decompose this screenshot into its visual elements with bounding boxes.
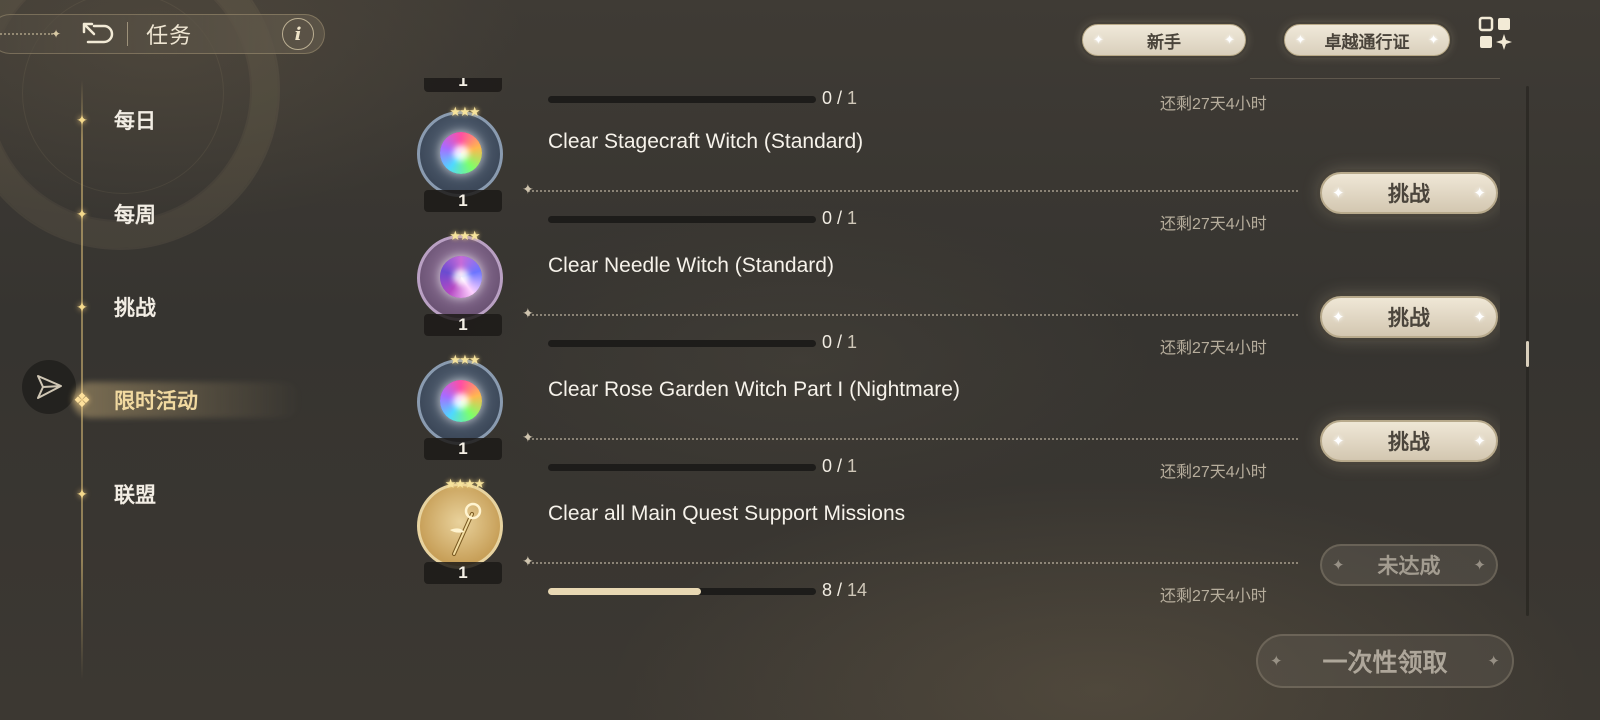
novice-button[interactable]: ✦ 新手 ✦ [1082, 24, 1246, 56]
task-title: Clear all Main Quest Support Missions [548, 502, 906, 525]
novice-button-label: 新手 [1147, 32, 1181, 52]
nav-item-challenge[interactable]: ✦ 挑战 [70, 287, 310, 327]
diamond-icon: ✦ [522, 553, 534, 569]
action-label: 未达成 [1377, 555, 1441, 578]
reward-qty: 1 [424, 190, 502, 212]
challenge-button[interactable]: ✦ 挑战 ✦ [1320, 420, 1498, 462]
info-button[interactable]: i [282, 18, 314, 50]
nav-item-daily[interactable]: ✦ 每日 [70, 100, 310, 140]
nav-item-limited-event[interactable]: ❖ 限时活动 [70, 380, 310, 420]
diamond-icon: ✦ [522, 429, 534, 445]
rarity-stars-icon: ★★★ [449, 352, 481, 367]
sparkle-icon: ✦ [1332, 185, 1345, 202]
nav-item-label: 联盟 [114, 484, 156, 507]
nav-item-alliance[interactable]: ✦ 联盟 [70, 474, 310, 514]
nav-spark-icon: ✦ [76, 205, 88, 222]
sparkle-icon: ✦ [1473, 433, 1486, 450]
share-button[interactable] [22, 360, 76, 414]
reward-badge[interactable]: ★★★ 1 [417, 228, 503, 336]
reward-qty: 1 [424, 438, 502, 460]
pass-button[interactable]: ✦ 卓越通行证 ✦ [1284, 24, 1450, 56]
action-label: 挑战 [1388, 307, 1430, 330]
header-dotted-line [0, 33, 53, 35]
nav-item-label: 每日 [114, 110, 156, 133]
sparkle-icon: ✦ [1487, 653, 1500, 670]
action-label: 挑战 [1388, 183, 1430, 206]
claim-all-button[interactable]: ✦ 一次性领取 ✦ [1256, 634, 1514, 688]
violet-orb-icon [440, 256, 482, 298]
reward-badge[interactable]: ★★★ 1 [417, 352, 503, 460]
reward-badge[interactable]: ★★★ 1 [417, 104, 503, 212]
time-remaining: 还剩27天4小时 [1160, 588, 1267, 605]
nav-item-label: 每周 [114, 204, 156, 227]
sparkle-icon: ✦ [1224, 32, 1235, 47]
task-title: Clear Rose Garden Witch Part I (Nightmar… [548, 378, 960, 401]
task-row: ★★★ 1 Clear Rose Garden Witch Part I (Ni… [400, 342, 1500, 481]
task-title: Clear Needle Witch (Standard) [548, 254, 834, 277]
sparkle-icon: ✦ [1428, 32, 1439, 47]
nav-spark-icon: ✦ [76, 298, 88, 315]
nav-spark-icon: ✦ [76, 485, 88, 502]
scrollbar-thumb[interactable] [1526, 341, 1529, 367]
task-list[interactable]: 1 0 / 1 还剩27天4小时 ★★★ 1 Clear Stagecraft … [400, 78, 1500, 618]
page-title: 任务 [146, 23, 193, 48]
not-achieved-button[interactable]: ✦ 未达成 ✦ [1320, 544, 1498, 586]
nav-item-label: 挑战 [114, 297, 156, 320]
task-row: 1 0 / 1 还剩27天4小时 [400, 78, 1500, 113]
nav-spark-icon: ✦ [76, 111, 88, 128]
header-star-icon: ✦ [51, 27, 62, 41]
sparkle-icon: ✦ [1093, 32, 1104, 47]
sparkle-icon: ✦ [1332, 309, 1345, 326]
challenge-button[interactable]: ✦ 挑战 ✦ [1320, 296, 1498, 338]
task-row: ★★★★ 1 Clear all Main Quest Support Miss… [400, 466, 1500, 605]
progress-current: 8 [822, 580, 833, 600]
reward-qty: 1 [424, 562, 502, 584]
nav-item-label: 限时活动 [114, 390, 198, 413]
rainbow-orb-icon [440, 132, 482, 174]
action-label: 挑战 [1388, 431, 1430, 454]
sparkle-icon: ✦ [1270, 653, 1283, 670]
sparkle-icon: ✦ [1473, 557, 1486, 574]
dotted-divider: ✦ [522, 181, 1298, 197]
back-arrow-icon [82, 22, 114, 44]
back-button[interactable] [77, 17, 117, 51]
task-row: ★★★ 1 Clear Stagecraft Witch (Standard) … [400, 94, 1500, 233]
nav-active-spark-icon: ❖ [73, 389, 91, 412]
list-scrollbar[interactable] [1526, 86, 1529, 616]
header-bar: ✦ 任务 i [0, 14, 325, 54]
info-icon: i [294, 23, 302, 45]
sparkle-icon: ✦ [1295, 32, 1306, 47]
sparkle-icon: ✦ [1332, 557, 1345, 574]
pass-button-label: 卓越通行证 [1324, 32, 1410, 52]
challenge-button[interactable]: ✦ 挑战 ✦ [1320, 172, 1498, 214]
diamond-icon: ✦ [522, 305, 534, 321]
dotted-divider: ✦ [522, 553, 1298, 569]
progress-text: 8 / 14 [822, 580, 868, 600]
rainbow-orb-icon [440, 380, 482, 422]
dotted-divider: ✦ [522, 305, 1298, 321]
nav-item-weekly[interactable]: ✦ 每周 [70, 194, 310, 234]
menu-grid-button[interactable] [1478, 16, 1514, 52]
app-grid-icon [1478, 16, 1512, 50]
dotted-divider: ✦ [522, 429, 1298, 445]
progress-bar [548, 588, 816, 595]
paper-plane-icon [37, 375, 62, 399]
diamond-icon: ✦ [522, 181, 534, 197]
rarity-stars-icon: ★★★ [449, 228, 481, 243]
progress-fill [548, 588, 702, 595]
sparkle-icon: ✦ [1473, 185, 1486, 202]
claim-all-label: 一次性领取 [1322, 649, 1448, 677]
progress-total: 14 [847, 580, 868, 600]
sparkle-icon: ✦ [1332, 433, 1345, 450]
reward-badge[interactable]: ★★★★ 1 [417, 476, 503, 584]
task-title: Clear Stagecraft Witch (Standard) [548, 130, 864, 153]
rarity-stars-icon: ★★★ [449, 104, 481, 119]
reward-qty: 1 [424, 78, 502, 92]
task-row: ★★★ 1 Clear Needle Witch (Standard) ✦ 0 … [400, 218, 1500, 357]
sparkle-icon: ✦ [1473, 309, 1486, 326]
golden-wand-icon [450, 502, 482, 556]
rarity-stars-icon: ★★★★ [444, 476, 486, 491]
header-separator [127, 22, 129, 46]
reward-qty: 1 [424, 314, 502, 336]
